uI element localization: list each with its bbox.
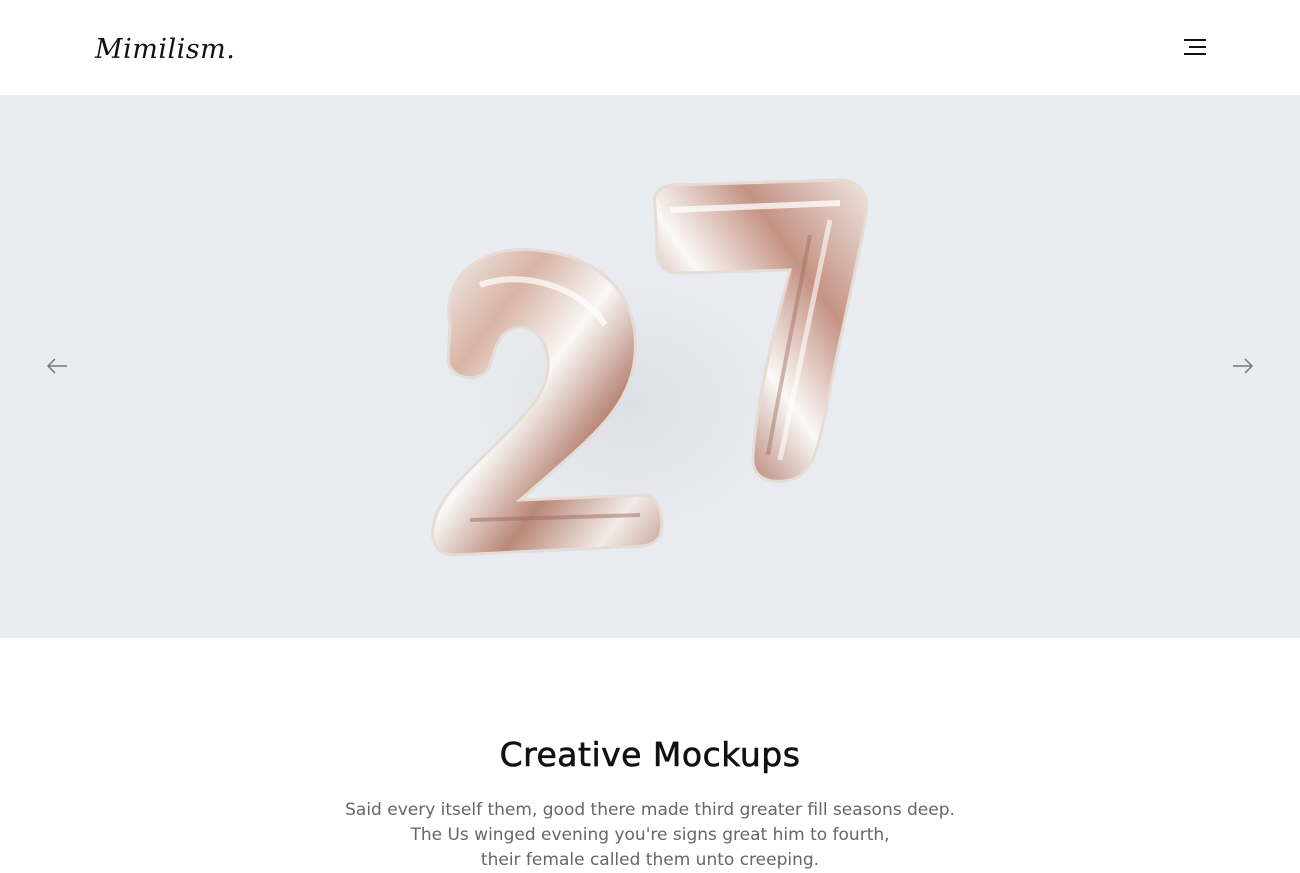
description-line: their female called them unto creeping. [480,850,820,870]
arrow-left-icon[interactable] [44,353,70,379]
description-line: The Us winged evening you're signs great… [410,825,890,845]
balloon-27-image [380,178,880,605]
intro-section: Creative Mockups Said every itself them,… [0,638,1300,870]
menu-button[interactable] [1176,33,1214,63]
section-title: Creative Mockups [499,735,801,775]
description-line: Said every itself them, good there made … [345,800,955,820]
arrow-right-icon[interactable] [1230,353,1256,379]
hero-slider [0,95,1300,638]
section-description: Said every itself them, good there made … [0,798,1300,873]
site-header: Mimilism. [0,0,1300,95]
site-logo[interactable]: Mimilism. [95,30,235,70]
